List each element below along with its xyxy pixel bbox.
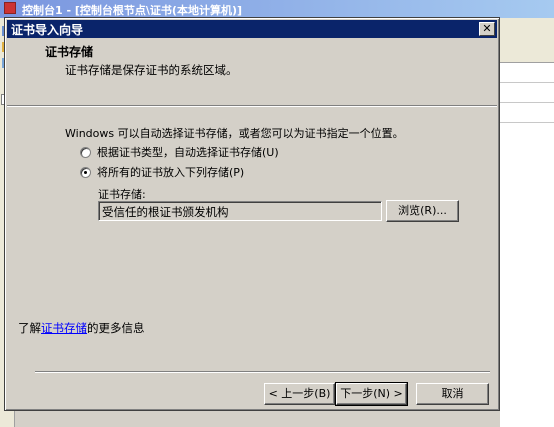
list-row-divider (500, 102, 554, 103)
radio-place-in-store[interactable]: 将所有的证书放入下列存储(P) (80, 165, 244, 179)
browse-button[interactable]: 浏览(R)... (386, 200, 459, 222)
background-toolbar-band (500, 18, 554, 63)
close-button[interactable]: ✕ (479, 22, 495, 36)
certificate-store-field: 受信任的根证书颁发机构 (98, 201, 382, 221)
list-row-divider (500, 82, 554, 83)
radio-button[interactable] (80, 146, 91, 158)
footer-divider (35, 371, 490, 373)
background-window-title: 控制台1 - [控制台根节点\证书(本地计算机)] (22, 4, 243, 17)
dialog-title: 证书导入向导 (11, 23, 84, 37)
radio-label: 将所有的证书放入下列存储(P) (97, 166, 245, 179)
list-row-divider (500, 122, 554, 123)
cancel-button[interactable]: 取消 (416, 383, 489, 405)
radio-auto-select-store[interactable]: 根据证书类型，自动选择证书存储(U) (80, 145, 279, 159)
certificate-store-label: 证书存储: (98, 188, 146, 201)
learn-more-suffix: 的更多信息 (87, 321, 145, 335)
learn-more-text: 了解证书存储的更多信息 (18, 320, 145, 336)
radio-label: 根据证书类型，自动选择证书存储(U) (97, 146, 279, 159)
mmc-app-icon (4, 2, 16, 14)
certificate-store-link[interactable]: 证书存储 (41, 321, 87, 335)
learn-more-prefix: 了解 (18, 321, 41, 335)
dialog-titlebar[interactable]: 证书导入向导 ✕ (7, 20, 497, 38)
page-subtitle: 证书存储是保存证书的系统区域。 (65, 63, 238, 77)
page-title: 证书存储 (45, 45, 94, 59)
back-button[interactable]: < 上一步(B) (264, 383, 335, 405)
intro-text: Windows 可以自动选择证书存储，或者您可以为证书指定一个位置。 (65, 127, 404, 140)
background-right-pane (500, 18, 554, 427)
next-button[interactable]: 下一步(N) > (335, 382, 408, 406)
header-divider (7, 105, 497, 107)
certificate-import-wizard-dialog: 证书导入向导 ✕ 证书存储 证书存储是保存证书的系统区域。 Windows 可以… (4, 17, 500, 411)
background-window-titlebar: 控制台1 - [控制台根节点\证书(本地计算机)] (0, 0, 554, 18)
radio-button-selected[interactable] (80, 166, 91, 178)
